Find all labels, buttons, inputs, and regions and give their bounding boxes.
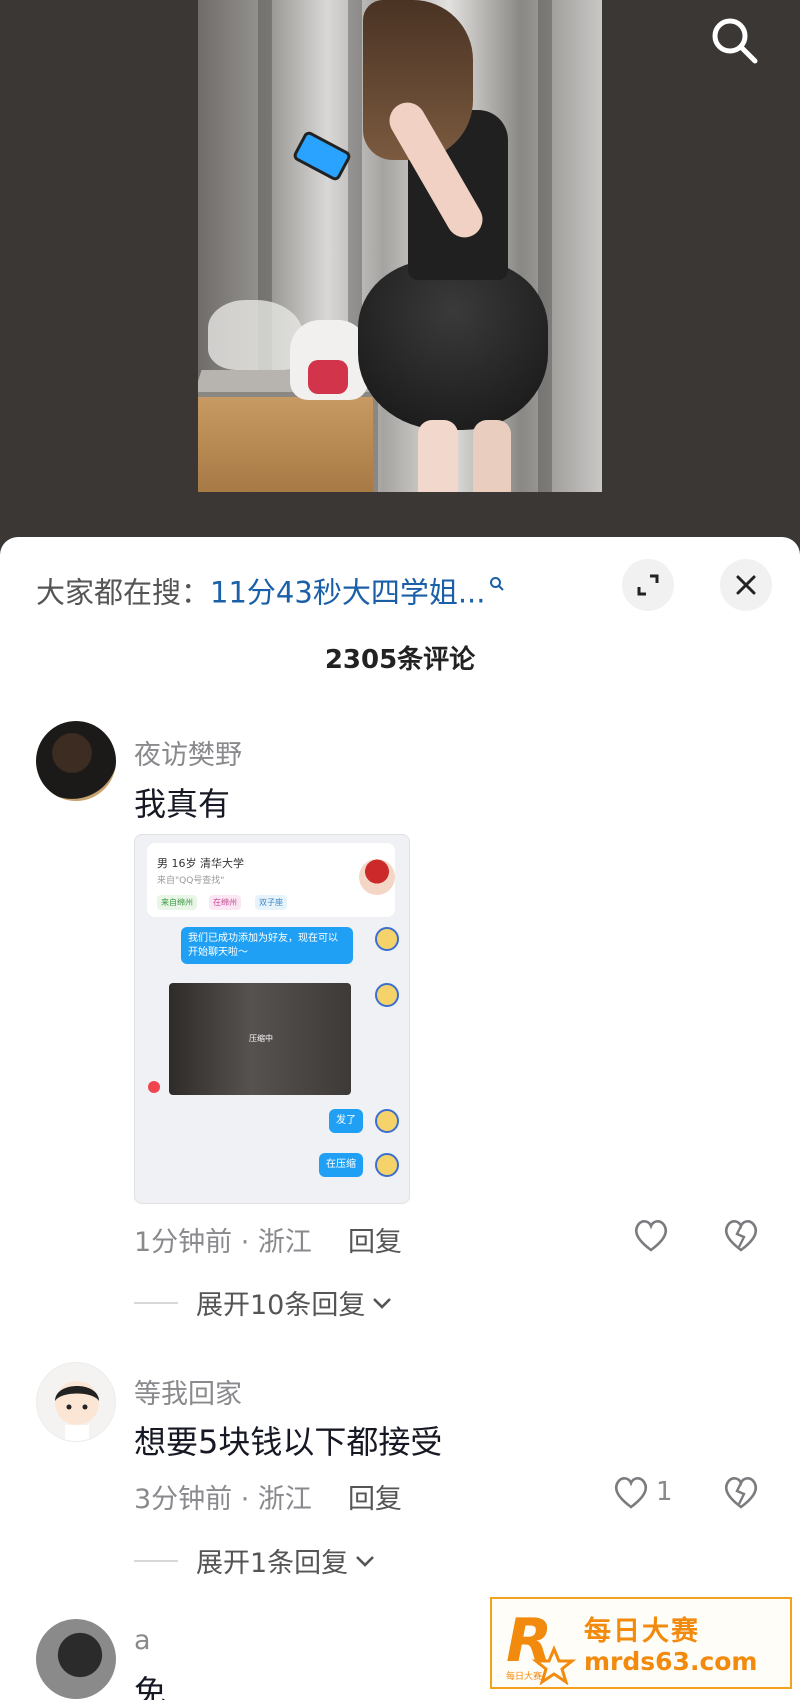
search-icon xyxy=(489,565,505,599)
chat-bubble: 我们已成功添加为好友，现在可以开始聊天啦～ xyxy=(181,927,353,964)
avatar xyxy=(375,927,399,951)
avatar[interactable] xyxy=(36,721,116,801)
send-failed-icon xyxy=(148,1081,160,1093)
watermark-url: mrds63.com xyxy=(584,1647,758,1676)
svg-text:每日大赛: 每日大赛 xyxy=(506,1670,542,1682)
video-player[interactable] xyxy=(0,0,800,560)
chat-photo: 压缩中 xyxy=(169,983,351,1095)
watermark-title: 每日大赛 xyxy=(584,1616,700,1647)
watermark-logo: R 每日大赛 xyxy=(506,1606,577,1685)
heart-icon xyxy=(614,1477,648,1509)
reply-button[interactable]: 回复 xyxy=(348,1227,402,1258)
person-leg xyxy=(418,420,458,492)
like-button[interactable]: 1 xyxy=(612,1474,673,1510)
comment-username[interactable]: 等我回家 xyxy=(134,1372,242,1411)
phone xyxy=(291,129,353,183)
close-icon xyxy=(736,575,756,595)
broken-heart-icon xyxy=(724,1220,758,1252)
search-icon xyxy=(712,18,758,64)
comment-sheet: 大家都在搜：11分43秒大四学姐... 2305条评论 夜访樊野 我真有 男 1… xyxy=(0,537,800,1700)
divider-line xyxy=(134,1559,178,1562)
heart-icon xyxy=(634,1220,668,1252)
photo-status: 压缩中 xyxy=(249,1034,273,1043)
watermark-badge: R 每日大赛 每日大赛 mrds63.com xyxy=(490,1597,792,1689)
profile-line: 男 16岁 清华大学 xyxy=(157,857,244,870)
comment-meta: 1分钟前 · 浙江 回复 xyxy=(134,1220,402,1259)
chat-bubble: 发了 xyxy=(329,1109,363,1133)
avatar xyxy=(375,1109,399,1133)
curtain-fold xyxy=(538,0,552,492)
hot-search-keyword[interactable]: 11分43秒大四学姐... xyxy=(210,576,485,610)
comment-count: 2305条评论 xyxy=(324,645,476,675)
like-count: 1 xyxy=(656,1477,673,1507)
handbag-detail xyxy=(308,360,348,394)
reply-button[interactable]: 回复 xyxy=(348,1484,402,1515)
broken-heart-icon xyxy=(724,1477,758,1509)
chevron-down-icon xyxy=(373,1297,392,1309)
comment-time-location: 3分钟前 · 浙江 xyxy=(134,1484,312,1515)
dislike-button[interactable] xyxy=(722,1217,760,1257)
avatar xyxy=(375,983,399,1007)
comment-text: 想要5块钱以下都接受 xyxy=(134,1423,443,1461)
avatar[interactable] xyxy=(36,1619,116,1699)
expand-replies-label: 展开1条回复 xyxy=(196,1548,349,1579)
profile-tag: 双子座 xyxy=(255,895,287,910)
close-button[interactable] xyxy=(720,559,772,611)
hot-search-bar[interactable]: 大家都在搜：11分43秒大四学姐... xyxy=(36,565,505,612)
expand-replies-button[interactable]: 展开1条回复 xyxy=(134,1541,376,1580)
comment-text: 免 xyxy=(134,1673,167,1700)
profile-source: 来自"QQ号查找" xyxy=(157,876,225,886)
comment-meta: 3分钟前 · 浙江 回复 xyxy=(134,1477,402,1516)
person-skirt xyxy=(358,260,548,430)
search-button[interactable] xyxy=(706,12,766,72)
profile-tag: 来自绵州 xyxy=(157,895,197,910)
divider-line xyxy=(134,1301,178,1304)
chevron-down-icon xyxy=(356,1555,375,1567)
comment-time-location: 1分钟前 · 浙江 xyxy=(134,1227,312,1258)
avatar[interactable] xyxy=(36,1362,116,1442)
expand-icon xyxy=(637,574,659,596)
chat-bubble: 在压缩 xyxy=(319,1153,363,1177)
svg-text:R: R xyxy=(506,1606,552,1676)
expand-sheet-button[interactable] xyxy=(622,559,674,611)
like-button[interactable] xyxy=(632,1217,676,1253)
profile-tag: 在绵州 xyxy=(209,895,241,910)
video-frame xyxy=(198,0,602,492)
comment-text: 我真有 xyxy=(134,785,231,823)
comment-image[interactable]: 男 16岁 清华大学 来自"QQ号查找" 来自绵州 在绵州 双子座 我们已成功添… xyxy=(134,834,410,1204)
cartoon-avatar xyxy=(55,1381,99,1441)
person-leg xyxy=(473,420,511,492)
plastic-bag xyxy=(208,300,303,370)
hot-search-prefix: 大家都在搜： xyxy=(36,575,211,610)
profile-card: 男 16岁 清华大学 来自"QQ号查找" 来自绵州 在绵州 双子座 xyxy=(147,843,395,917)
expand-replies-label: 展开10条回复 xyxy=(196,1290,366,1321)
avatar xyxy=(375,1153,399,1177)
avatar xyxy=(359,859,395,895)
counter-cabinet xyxy=(198,397,373,492)
dislike-button[interactable] xyxy=(722,1474,760,1514)
expand-replies-button[interactable]: 展开10条回复 xyxy=(134,1283,393,1322)
comment-username[interactable]: 夜访樊野 xyxy=(134,733,242,772)
comment-username[interactable]: a xyxy=(134,1625,151,1656)
